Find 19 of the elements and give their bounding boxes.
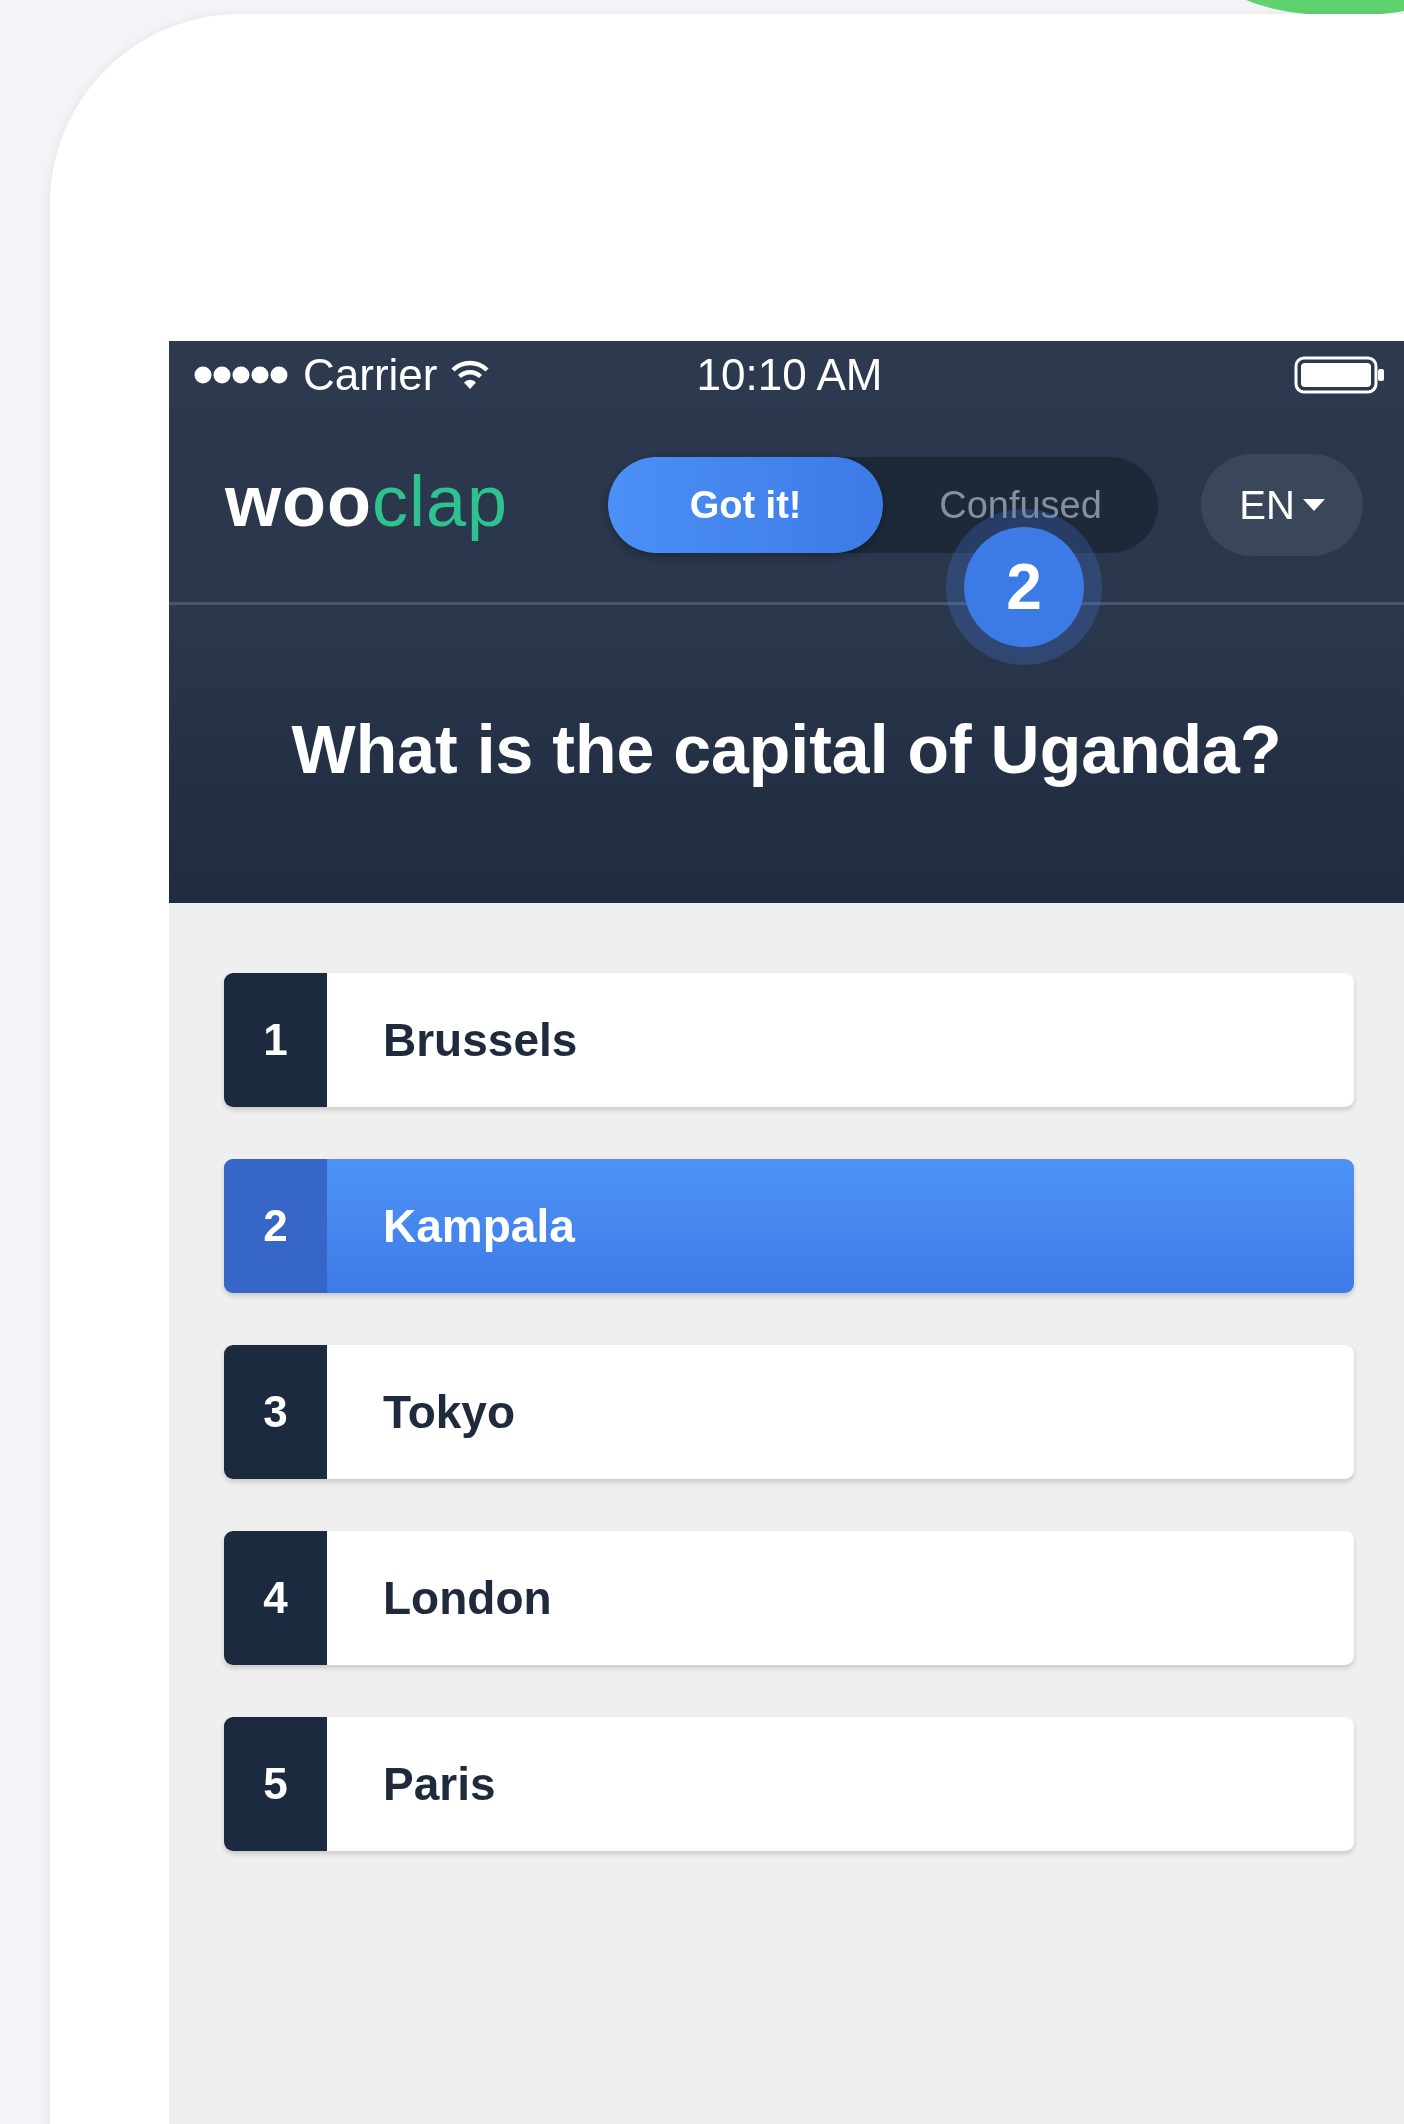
option-number: 2 <box>224 1159 327 1293</box>
signal-dots-icon <box>193 364 289 385</box>
option-number: 1 <box>224 973 327 1107</box>
option-number: 3 <box>224 1345 327 1479</box>
answer-option[interactable]: 5 Paris <box>224 1717 1354 1851</box>
caret-icon <box>1302 499 1325 511</box>
language-button[interactable]: EN <box>1201 454 1364 556</box>
answer-option[interactable]: 4 London <box>224 1531 1354 1665</box>
option-number: 5 <box>224 1717 327 1851</box>
option-number: 4 <box>224 1531 327 1665</box>
wifi-icon <box>451 359 490 390</box>
feedback-option[interactable]: Got it! <box>608 457 884 553</box>
answer-option[interactable]: 1 Brussels <box>224 973 1354 1107</box>
clock-time: 10:10 AM <box>696 349 883 400</box>
carrier-name: Carrier <box>303 349 438 400</box>
battery-icon <box>1294 355 1386 394</box>
answer-option[interactable]: 2 Kampala <box>224 1159 1354 1293</box>
question-text: What is the capital of Uganda? <box>291 710 1282 788</box>
answer-option[interactable]: 3 Tokyo <box>224 1345 1354 1479</box>
